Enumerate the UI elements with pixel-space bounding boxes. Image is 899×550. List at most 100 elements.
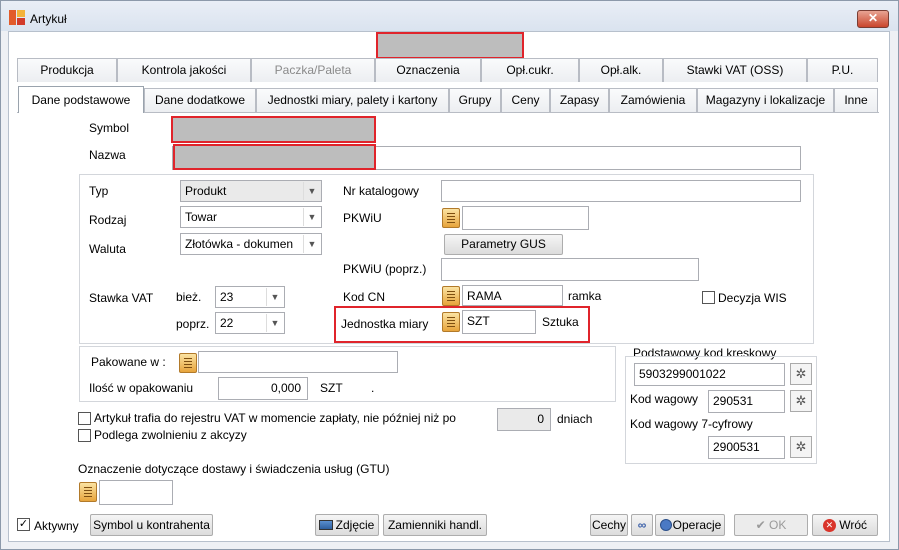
rodzaj-value: Towar: [185, 210, 218, 224]
zdjecie-label: Zdjęcie: [335, 518, 375, 532]
cancel-icon: ✕: [822, 519, 836, 533]
kod-cn-field[interactable]: RAMA: [462, 285, 563, 306]
akcyza-label: Podlega zwolnieniu z akcyzy: [94, 428, 247, 442]
pakowane-label: Pakowane w :: [91, 355, 166, 369]
pkwiu-field[interactable]: [462, 206, 589, 230]
nazwa-label: Nazwa: [89, 148, 126, 162]
operacje-button[interactable]: Operacje: [655, 514, 725, 536]
kod-wagowy7-label: Kod wagowy 7-cyfrowy: [630, 417, 753, 431]
book-lookup-icon[interactable]: [442, 208, 460, 228]
ok-button: ✔ OK: [734, 514, 808, 536]
book-lookup-icon[interactable]: [442, 312, 460, 332]
rodzaj-label: Rodzaj: [89, 213, 127, 227]
pakowane-field[interactable]: [198, 351, 398, 373]
biez-select[interactable]: 23 ▼: [215, 286, 285, 308]
book-lookup-icon[interactable]: [442, 286, 460, 306]
redacted-header: [376, 32, 524, 59]
akcyza-checkbox[interactable]: [78, 429, 91, 442]
aktywny-label: Aktywny: [34, 519, 79, 533]
kod-wagowy-label: Kod wagowy: [630, 392, 699, 406]
ilosc-unit: SZT: [320, 381, 343, 395]
stawka-vat-label: Stawka VAT: [89, 291, 154, 305]
waluta-select[interactable]: Złotówka - dokumen ▼: [180, 233, 322, 255]
zdjecie-button[interactable]: Zdjęcie: [315, 514, 379, 536]
tab-jednostki-miary[interactable]: Jednostki miary, palety i kartony: [256, 88, 449, 112]
tab-stawki-vat-oss[interactable]: Stawki VAT (OSS): [663, 58, 807, 82]
symbol-field[interactable]: [171, 116, 376, 143]
app-icon: [9, 10, 25, 25]
tab-grupy[interactable]: Grupy: [449, 88, 501, 112]
symbol-kontrahenta-button[interactable]: Symbol u kontrahenta: [90, 514, 213, 536]
vat-days-field[interactable]: 0: [497, 408, 551, 431]
ilosc-field[interactable]: 0,000: [218, 377, 308, 400]
chevron-down-icon: ▼: [266, 314, 283, 332]
window-title: Artykuł: [30, 12, 67, 26]
nr-katalogowy-field[interactable]: [441, 180, 801, 202]
poprz-value: 22: [220, 316, 234, 330]
poprz-label: poprz.: [176, 317, 210, 331]
wroc-button[interactable]: ✕ Wróć: [812, 514, 878, 536]
decyzja-wis-checkbox[interactable]: [702, 291, 715, 304]
nazwa-redacted: [173, 144, 376, 170]
decyzja-wis-label: Decyzja WIS: [718, 291, 787, 305]
biez-label: bież.: [176, 290, 202, 304]
biez-value: 23: [220, 290, 234, 304]
tab-produkcja[interactable]: Produkcja: [17, 58, 117, 82]
chevron-down-icon: ▼: [303, 208, 320, 226]
pkwiu-poprz-field[interactable]: [441, 258, 699, 281]
tab-opl-alk[interactable]: Opł.alk.: [579, 58, 663, 82]
kod-wagowy7-field[interactable]: 2900531: [708, 436, 785, 459]
tab-zamowienia[interactable]: Zamówienia: [609, 88, 697, 112]
gtu-field[interactable]: [99, 480, 173, 505]
chevron-down-icon: ▼: [303, 235, 320, 253]
tab-dane-dodatkowe[interactable]: Dane dodatkowe: [144, 88, 256, 112]
close-button[interactable]: ✕: [857, 10, 889, 28]
magic-wand-icon[interactable]: ✲: [790, 436, 812, 458]
typ-select[interactable]: Produkt ▼: [180, 180, 322, 202]
tab-oznaczenia[interactable]: Oznaczenia: [375, 58, 481, 82]
poprz-select[interactable]: 22 ▼: [215, 312, 285, 334]
tab-dane-podstawowe[interactable]: Dane podstawowe: [18, 86, 144, 113]
waluta-label: Waluta: [89, 242, 126, 256]
cechy-button[interactable]: Cechy: [590, 514, 628, 536]
symbol-label: Symbol: [89, 121, 130, 135]
gtu-label: Oznaczenie dotyczące dostawy i świadczen…: [78, 462, 390, 476]
wroc-label: Wróć: [839, 518, 868, 532]
tab-ceny[interactable]: Ceny: [501, 88, 550, 112]
gear-icon: [660, 519, 672, 531]
magic-wand-icon[interactable]: ✲: [790, 390, 812, 412]
title-bar: [1, 1, 898, 31]
chain-icon[interactable]: ∞: [631, 514, 653, 536]
photo-icon: [319, 520, 333, 530]
zamienniki-button[interactable]: Zamienniki handl.: [383, 514, 487, 536]
aktywny-checkbox[interactable]: ✓: [17, 518, 30, 531]
typ-value: Produkt: [185, 184, 227, 198]
book-lookup-icon[interactable]: [79, 482, 97, 502]
tab-opl-cukr[interactable]: Opł.cukr.: [481, 58, 579, 82]
tab-magazyny[interactable]: Magazyny i lokalizacje: [697, 88, 834, 112]
typ-label: Typ: [89, 184, 109, 198]
kod-wagowy-field[interactable]: 290531: [708, 390, 785, 413]
check-icon: ✔: [755, 518, 770, 532]
rodzaj-select[interactable]: Towar ▼: [180, 206, 322, 228]
kod-cn-desc: ramka: [568, 289, 602, 303]
vat-days-unit: dniach: [557, 412, 593, 426]
tab-panel-border: [17, 112, 879, 113]
tab-pu[interactable]: P.U.: [807, 58, 878, 82]
tab-paczka-paleta: Paczka/Paleta: [251, 58, 375, 82]
nr-katalogowy-label: Nr katalogowy: [343, 184, 420, 198]
jednostka-miary-field[interactable]: SZT: [462, 310, 536, 334]
vat-rejestr-checkbox[interactable]: [78, 412, 91, 425]
pkwiu-label: PKWiU: [343, 211, 382, 225]
kod-kreskowy-field[interactable]: 5903299001022: [634, 363, 785, 386]
book-lookup-icon[interactable]: [179, 353, 197, 373]
magic-wand-icon[interactable]: ✲: [790, 363, 812, 385]
tab-inne[interactable]: Inne: [834, 88, 878, 112]
tab-zapasy[interactable]: Zapasy: [550, 88, 609, 112]
tab-kontrola-jakosci[interactable]: Kontrola jakości: [117, 58, 251, 82]
chevron-down-icon: ▼: [266, 288, 283, 306]
parametry-gus-button[interactable]: Parametry GUS: [444, 234, 563, 255]
vat-rejestr-label: Artykuł trafia do rejestru VAT w momenci…: [94, 411, 456, 425]
waluta-value: Złotówka - dokumen: [185, 237, 294, 251]
jednostka-miary-label: Jednostka miary: [341, 317, 429, 331]
